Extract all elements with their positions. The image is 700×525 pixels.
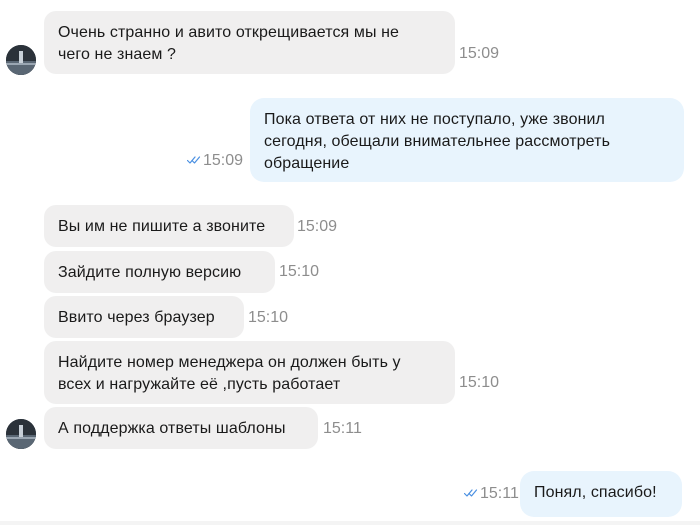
- message-time: 15:09: [297, 218, 338, 235]
- avatar-photo-icon: [6, 419, 36, 449]
- message-time: 15:10: [459, 374, 500, 391]
- avatar[interactable]: [6, 419, 36, 449]
- message-text-line: обращение: [264, 155, 350, 172]
- message-text-line: Зайдите полную версию: [58, 264, 242, 281]
- message-text-line: Ввито через браузер: [58, 309, 215, 326]
- message-text-line: сегодня, обещали внимательнее рассмотрет…: [264, 133, 611, 150]
- avatar[interactable]: [6, 45, 36, 75]
- message-bubble[interactable]: Зайдите полную версию: [44, 251, 275, 293]
- message-bubble[interactable]: Ввито через браузер: [44, 296, 244, 338]
- double-check-icon: [464, 489, 478, 497]
- message-text-line: Очень странно и авито открещивается мы н…: [58, 24, 400, 41]
- message-bubble[interactable]: Понял, спасибо!: [520, 471, 682, 517]
- message-text-line: Пока ответа от них не поступало, уже зво…: [264, 111, 605, 128]
- message-text-line: чего не знаем ?: [58, 46, 177, 63]
- message-time: 15:09: [459, 45, 500, 62]
- message-text-line: Вы им не пишите а звоните: [58, 218, 266, 235]
- message-bubble[interactable]: Вы им не пишите а звоните: [44, 205, 294, 247]
- chat-history: Очень странно и авито открещивается мы н…: [0, 0, 700, 525]
- message-text-line: Найдите номер менеджера он должен быть у: [58, 354, 401, 371]
- message-text-line: Понял, спасибо!: [534, 484, 657, 501]
- message-time: 15:11: [480, 485, 519, 502]
- message-bubble[interactable]: Очень странно и авито открещивается мы н…: [44, 11, 455, 74]
- message-bubble[interactable]: Пока ответа от них не поступало, уже зво…: [250, 98, 684, 182]
- message-text-line: всех и нагружайте её ,пусть работает: [58, 376, 341, 393]
- avatar-photo-icon: [6, 45, 36, 75]
- message-time: 15:10: [279, 263, 320, 280]
- message-time: 15:10: [248, 309, 289, 326]
- message-text-line: А поддержка ответы шаблоны: [58, 420, 286, 437]
- message-time: 15:09: [203, 152, 244, 169]
- message-bubble[interactable]: А поддержка ответы шаблоны: [44, 407, 318, 449]
- message-time: 15:11: [323, 420, 362, 437]
- double-check-icon: [187, 156, 201, 164]
- message-bubble[interactable]: Найдите номер менеджера он должен быть у…: [44, 341, 455, 404]
- divider: [0, 521, 700, 525]
